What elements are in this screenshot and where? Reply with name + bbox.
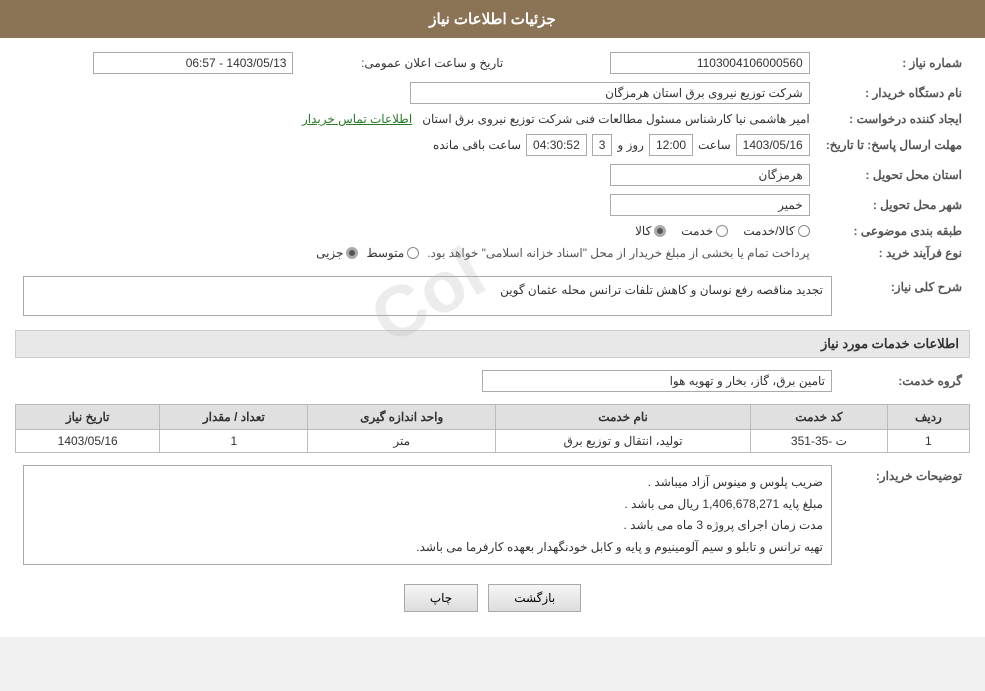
service-group-label: گروه خدمت: xyxy=(840,366,970,396)
creator-cell: امیر هاشمی نیا کارشناس مسئول مطالعات فنی… xyxy=(15,108,818,130)
service-group-table: گروه خدمت: تامین برق، گاز، بخار و تهویه … xyxy=(15,366,970,396)
radio-goods-label: کالا xyxy=(635,224,651,238)
creator-value: امیر هاشمی نیا کارشناس مسئول مطالعات فنی… xyxy=(422,112,810,126)
category-cell: کالا/خدمت خدمت کالا xyxy=(15,220,818,242)
table-body: 1 ت -35-351 تولید، انتقال و توزیع برق مت… xyxy=(16,430,970,453)
col-row: ردیف xyxy=(887,405,969,430)
remaining-value: 04:30:52 xyxy=(526,134,587,156)
category-label: طبقه بندی موضوعی : xyxy=(818,220,970,242)
page-title: جزئیات اطلاعات نیاز xyxy=(429,11,556,28)
services-section-title: اطلاعات خدمات مورد نیاز xyxy=(15,330,970,358)
description-value: تجدید مناقصه رفع نوسان و کاهش تلفات تران… xyxy=(500,283,823,297)
announce-date-value: 1403/05/13 - 06:57 xyxy=(93,52,293,74)
cell-date: 1403/05/16 xyxy=(16,430,160,453)
cell-unit: متر xyxy=(308,430,496,453)
delivery-city-value: خمیر xyxy=(610,194,810,216)
col-unit: واحد اندازه گیری xyxy=(308,405,496,430)
announce-date-label: تاریخ و ساعت اعلان عمومی: xyxy=(301,48,511,78)
radio-goods-service-circle xyxy=(798,225,810,237)
process-row: پرداخت تمام یا بخشی از مبلغ خریدار از مح… xyxy=(23,246,810,260)
process-label: نوع فرآیند خرید : xyxy=(818,242,970,264)
delivery-city-cell: خمیر xyxy=(15,190,818,220)
send-date-label: مهلت ارسال پاسخ: تا تاریخ: xyxy=(818,130,970,160)
creator-label: ایجاد کننده درخواست : xyxy=(818,108,970,130)
contact-link[interactable]: اطلاعات تماس خریدار xyxy=(302,112,412,126)
process-note: پرداخت تمام یا بخشی از مبلغ خریدار از مح… xyxy=(427,246,810,260)
services-data-table: ردیف کد خدمت نام خدمت واحد اندازه گیری ت… xyxy=(15,404,970,453)
col-code: کد خدمت xyxy=(751,405,888,430)
buyer-org-label: نام دستگاه خریدار : xyxy=(818,78,970,108)
send-date-cell: 1403/05/16 ساعت 12:00 روز و 3 04:30:52 س… xyxy=(15,130,818,160)
time-label: ساعت xyxy=(698,138,731,152)
time-value: 12:00 xyxy=(649,134,693,156)
delivery-city-label: شهر محل تحویل : xyxy=(818,190,970,220)
radio-medium-label: متوسط xyxy=(366,246,404,260)
cell-code: ت -35-351 xyxy=(751,430,888,453)
date-value: 1403/05/16 xyxy=(736,134,810,156)
buyer-notes-label: توضیحات خریدار: xyxy=(840,461,970,569)
radio-goods-service[interactable]: کالا/خدمت xyxy=(743,224,809,238)
radio-goods[interactable]: کالا xyxy=(635,224,666,238)
radio-service-circle xyxy=(716,225,728,237)
need-number-value: 1103004106000560 xyxy=(610,52,810,74)
need-number-cell: 1103004106000560 xyxy=(531,48,817,78)
cell-row: 1 xyxy=(887,430,969,453)
radio-minor[interactable]: جزیی xyxy=(316,246,358,260)
description-cell: تجدید مناقصه رفع نوسان و کاهش تلفات تران… xyxy=(15,272,840,320)
main-content: شماره نیاز : 1103004106000560 تاریخ و سا… xyxy=(0,38,985,637)
description-table: شرح کلی نیاز: تجدید مناقصه رفع نوسان و ک… xyxy=(15,272,970,320)
description-label: شرح کلی نیاز: xyxy=(840,272,970,320)
button-row: بازگشت چاپ xyxy=(15,584,970,612)
radio-service-label: خدمت xyxy=(681,224,713,238)
note-line-3: مدت زمان اجرای پروژه 3 ماه می باشد . xyxy=(32,515,823,537)
radio-minor-circle xyxy=(346,247,358,259)
radio-minor-label: جزیی xyxy=(316,246,343,260)
notes-table: توضیحات خریدار: ضریب پلوس و مینوس آزاد م… xyxy=(15,461,970,569)
top-info-table: شماره نیاز : 1103004106000560 تاریخ و سا… xyxy=(15,48,970,264)
remaining-label: ساعت باقی مانده xyxy=(433,138,521,152)
print-button[interactable]: چاپ xyxy=(404,584,478,612)
buyer-notes-box: ضریب پلوس و مینوس آزاد میباشد . مبلغ پای… xyxy=(23,465,832,565)
radio-goods-service-label: کالا/خدمت xyxy=(743,224,794,238)
delivery-province-cell: هرمزگان xyxy=(15,160,818,190)
cell-name: تولید، انتقال و توزیع برق xyxy=(496,430,751,453)
description-box: تجدید مناقصه رفع نوسان و کاهش تلفات تران… xyxy=(23,276,832,316)
table-header: ردیف کد خدمت نام خدمت واحد اندازه گیری ت… xyxy=(16,405,970,430)
radio-goods-circle xyxy=(654,225,666,237)
service-group-value: تامین برق، گاز، بخار و تهویه هوا xyxy=(482,370,832,392)
need-number-label: شماره نیاز : xyxy=(818,48,970,78)
col-qty: تعداد / مقدار xyxy=(160,405,308,430)
days-label: روز و xyxy=(617,138,644,152)
process-cell: پرداخت تمام یا بخشی از مبلغ خریدار از مح… xyxy=(15,242,818,264)
table-row: 1 ت -35-351 تولید، انتقال و توزیع برق مت… xyxy=(16,430,970,453)
radio-service[interactable]: خدمت xyxy=(681,224,728,238)
note-line-1: ضریب پلوس و مینوس آزاد میباشد . xyxy=(32,472,823,494)
note-line-4: تهیه ترانس و تابلو و سیم آلومینیوم و پای… xyxy=(32,537,823,559)
date-row: 1403/05/16 ساعت 12:00 روز و 3 04:30:52 س… xyxy=(23,134,810,156)
page-wrapper: جزئیات اطلاعات نیاز شماره نیاز : 1103004… xyxy=(0,0,985,637)
service-group-cell: تامین برق، گاز، بخار و تهویه هوا xyxy=(15,366,840,396)
announce-date-cell: 1403/05/13 - 06:57 xyxy=(15,48,301,78)
buyer-org-value: شرکت توزیع نیروی برق استان هرمزگان xyxy=(410,82,810,104)
cell-qty: 1 xyxy=(160,430,308,453)
page-header: جزئیات اطلاعات نیاز xyxy=(0,0,985,38)
back-button[interactable]: بازگشت xyxy=(488,584,581,612)
col-name: نام خدمت xyxy=(496,405,751,430)
radio-medium-circle xyxy=(407,247,419,259)
radio-medium[interactable]: متوسط xyxy=(366,246,419,260)
buyer-org-cell: شرکت توزیع نیروی برق استان هرمزگان xyxy=(15,78,818,108)
days-value: 3 xyxy=(592,134,613,156)
note-line-2: مبلغ پایه 1,406,678,271 ریال می باشد . xyxy=(32,494,823,516)
delivery-province-label: استان محل تحویل : xyxy=(818,160,970,190)
buyer-notes-cell: ضریب پلوس و مینوس آزاد میباشد . مبلغ پای… xyxy=(15,461,840,569)
delivery-province-value: هرمزگان xyxy=(610,164,810,186)
col-date: تاریخ نیاز xyxy=(16,405,160,430)
category-radio-group: کالا/خدمت خدمت کالا xyxy=(23,224,810,238)
